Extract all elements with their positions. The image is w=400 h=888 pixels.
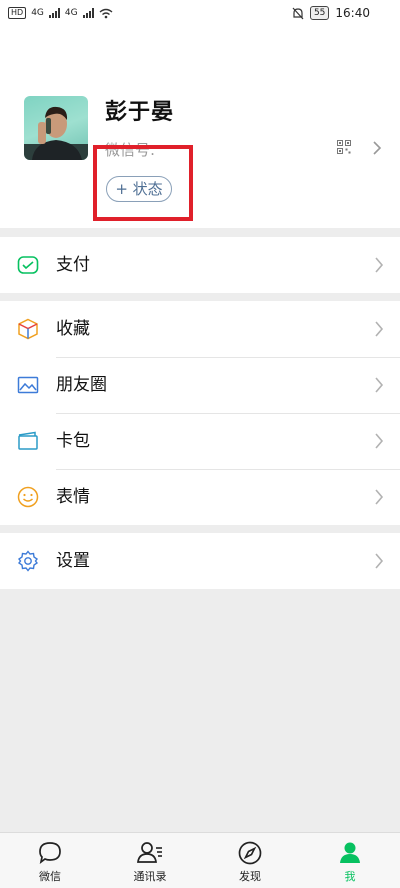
chevron-right-icon	[375, 553, 384, 569]
moments-label: 朋友圈	[56, 375, 107, 395]
chevron-right-icon	[375, 321, 384, 337]
signal-icon-2	[82, 8, 94, 18]
stickers-label: 表情	[56, 487, 90, 507]
chevron-right-icon[interactable]	[372, 141, 382, 155]
chevron-right-icon	[375, 433, 384, 449]
profile-header[interactable]: 彭于晏 微信号: + 状态	[0, 28, 400, 228]
tab-label: 通讯录	[133, 870, 167, 883]
clock: 16:40	[335, 6, 370, 20]
tab-label: 发现	[239, 870, 261, 883]
bottom-tab-bar: 微信 通讯录 发现 我	[0, 832, 400, 888]
compass-icon	[238, 841, 262, 865]
avatar[interactable]	[24, 96, 88, 160]
chevron-right-icon	[375, 489, 384, 505]
menu-item-moments[interactable]: 朋友圈	[0, 357, 400, 413]
image-icon	[17, 376, 39, 394]
smiley-icon	[17, 486, 39, 508]
menu-item-cards[interactable]: 卡包	[0, 413, 400, 469]
tab-chats[interactable]: 微信	[0, 833, 100, 888]
status-left: HD 4G 4G	[8, 7, 113, 19]
chat-bubble-icon	[39, 842, 61, 865]
menu-item-pay[interactable]: 支付	[0, 237, 400, 293]
pay-group: 支付	[0, 237, 400, 293]
profile-name: 彭于晏	[105, 100, 175, 125]
tab-discover[interactable]: 发现	[200, 833, 300, 888]
signal-icon	[48, 8, 60, 18]
menu-item-settings[interactable]: 设置	[0, 533, 400, 589]
tab-me[interactable]: 我	[300, 833, 400, 888]
features-group: 收藏 朋友圈 卡包 表情	[0, 301, 400, 525]
contacts-icon	[137, 842, 162, 863]
wifi-icon	[99, 8, 113, 18]
pay-label: 支付	[56, 255, 90, 275]
cube-icon	[18, 318, 38, 340]
battery-indicator: 55	[309, 6, 330, 20]
settings-group: 设置	[0, 533, 400, 589]
chevron-right-icon	[375, 257, 384, 273]
bell-muted-icon	[292, 7, 304, 19]
status-bar: HD 4G 4G 55 16:40	[0, 0, 400, 28]
settings-label: 设置	[56, 551, 90, 571]
cards-label: 卡包	[56, 431, 90, 451]
qr-code-icon[interactable]	[337, 140, 351, 154]
person-icon	[340, 842, 360, 863]
menu-item-favorites[interactable]: 收藏	[0, 301, 400, 357]
tab-label: 我	[344, 870, 356, 883]
network-label-1: 4G	[31, 8, 44, 18]
network-label-2: 4G	[64, 8, 78, 18]
red-highlight-box	[93, 145, 193, 221]
status-right: 55 16:40	[292, 6, 370, 20]
gear-icon	[17, 550, 39, 572]
tab-contacts[interactable]: 通讯录	[100, 833, 200, 888]
wallet-icon	[18, 431, 38, 450]
favorites-label: 收藏	[56, 319, 90, 339]
chevron-right-icon	[375, 377, 384, 393]
pay-icon	[17, 256, 39, 274]
menu-item-stickers[interactable]: 表情	[0, 469, 400, 525]
tab-label: 微信	[39, 870, 61, 883]
hd-indicator: HD	[8, 7, 27, 19]
